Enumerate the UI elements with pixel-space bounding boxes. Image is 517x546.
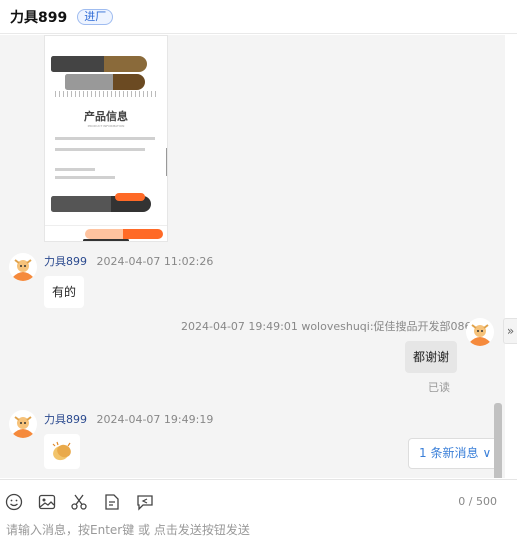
knife-image [65, 74, 145, 90]
message-bubble[interactable]: 都谢谢 [405, 341, 458, 373]
spec-line [55, 168, 95, 171]
image-icon[interactable] [37, 492, 57, 512]
avatar[interactable] [466, 318, 494, 346]
avatar[interactable] [9, 253, 37, 281]
avatar[interactable] [9, 410, 37, 438]
new-message-button[interactable]: 1 条新消息 ∨ [408, 438, 503, 469]
expand-panel-button[interactable]: » [503, 318, 517, 344]
product-card-subheading: PRODUCT INFORMATION [87, 124, 125, 128]
message-time: 2024-04-07 11:02:26 [96, 255, 214, 268]
cow-avatar-icon [466, 318, 494, 346]
document-icon[interactable] [102, 492, 122, 512]
emoji-message[interactable] [44, 434, 80, 469]
cow-avatar-icon [9, 253, 37, 281]
input-toolbar: 0 / 500 [0, 479, 517, 523]
chevron-down-icon: ∨ [482, 446, 492, 460]
image-scrollbar [166, 148, 167, 176]
read-status: 已读 [428, 381, 450, 394]
double-chevron-right-icon: » [506, 324, 515, 338]
price-tag [115, 193, 145, 201]
home-indicator [83, 239, 129, 241]
message-meta: 2024-04-07 19:49:01 woloveshuqi:促佳搜品开发部0… [181, 320, 472, 333]
clapping-hands-icon [52, 441, 71, 461]
sender-name: 力具899 [44, 413, 87, 426]
product-image-message[interactable]: 产品信息 PRODUCT INFORMATION [44, 35, 168, 242]
message-meta: 力具899 2024-04-07 19:49:19 [44, 411, 213, 427]
message-list[interactable]: 产品信息 PRODUCT INFORMATION 力具899 2024-04-0… [0, 35, 505, 478]
ruler-image [55, 91, 159, 97]
contact-title: 力具899 [10, 9, 68, 26]
new-message-label: 1 条新消息 [419, 446, 479, 460]
emoji-icon[interactable] [4, 492, 24, 512]
status-badge[interactable]: 进厂 [77, 8, 114, 25]
scissors-icon[interactable] [69, 492, 89, 512]
message-input[interactable]: 请输入消息，按Enter键 或 点击发送按钮发送 [6, 521, 250, 538]
scrollbar-thumb[interactable] [494, 403, 502, 478]
add-cart-button-image [85, 229, 123, 239]
spec-line [55, 148, 145, 151]
message-bubble[interactable]: 有的 [44, 276, 85, 308]
sender-name: 力具899 [44, 255, 87, 268]
product-card-heading: 产品信息 [84, 110, 128, 123]
character-counter: 0 / 500 [458, 495, 497, 508]
buy-now-button-image [123, 229, 163, 239]
reply-icon[interactable] [135, 492, 155, 512]
cow-avatar-icon [9, 410, 37, 438]
chat-header: 力具899 进厂 [0, 0, 517, 34]
message-meta: 力具899 2024-04-07 11:02:26 [44, 253, 213, 269]
message-time: 2024-04-07 19:49:19 [96, 413, 214, 426]
spec-line [55, 176, 115, 179]
spec-line [55, 137, 155, 140]
knife-image [51, 56, 147, 72]
